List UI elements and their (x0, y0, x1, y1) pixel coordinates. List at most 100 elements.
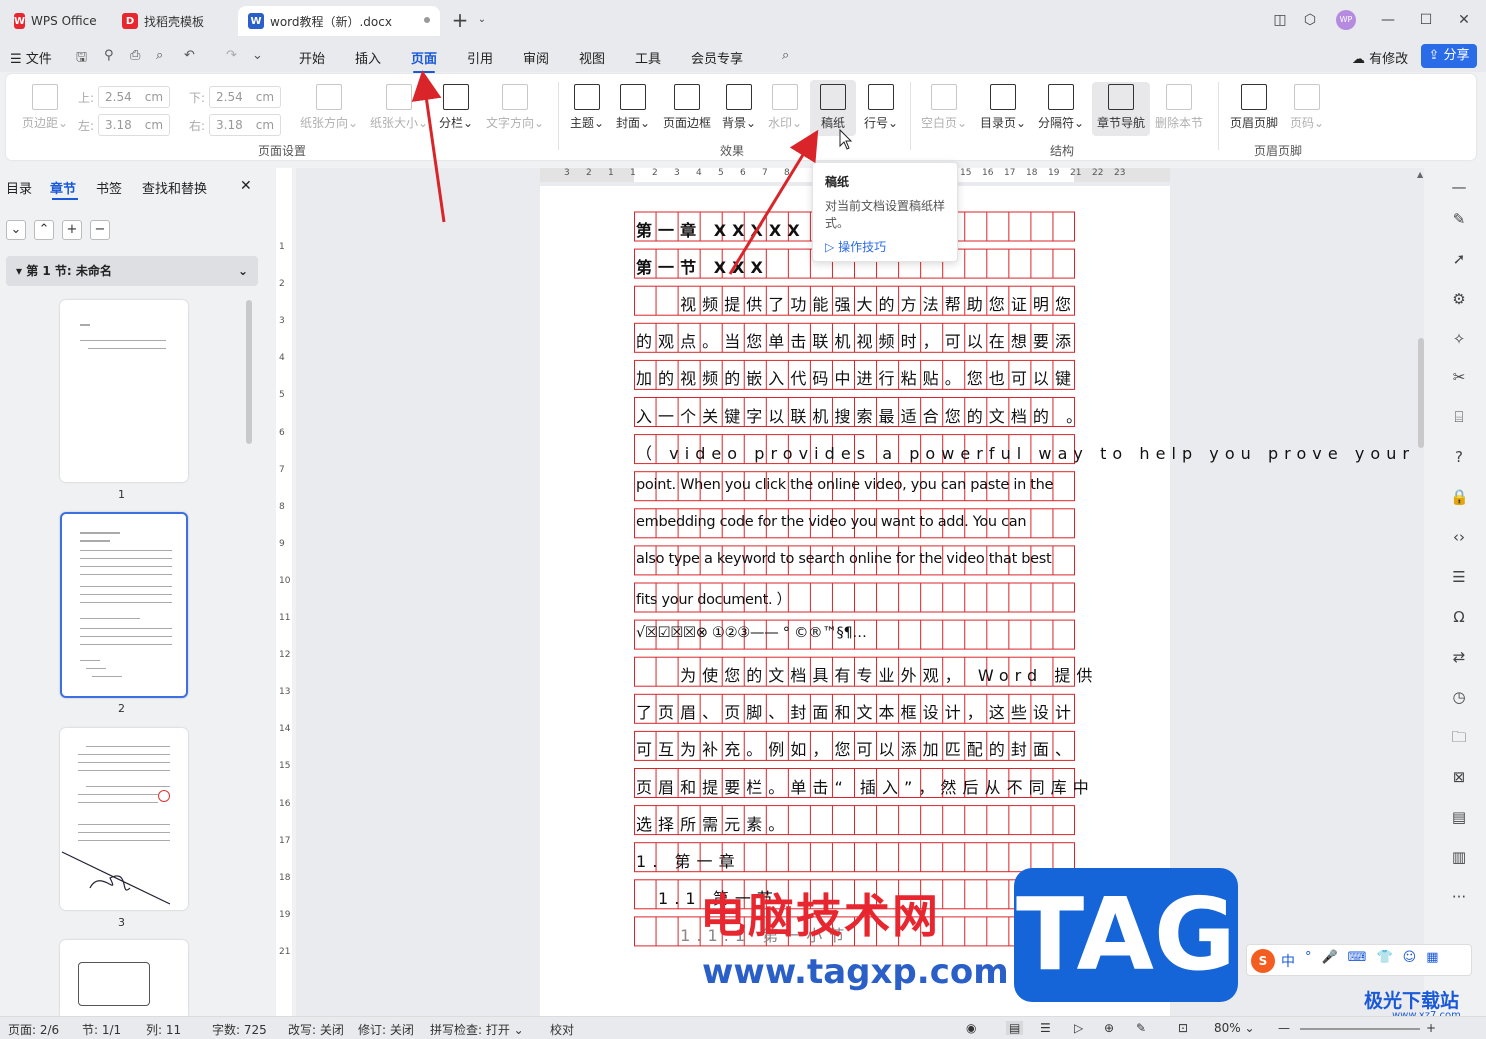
adjust-icon[interactable]: ⚙ (1450, 290, 1468, 308)
close-panel-icon[interactable]: ✕ (240, 178, 252, 194)
menu-review[interactable]: 审阅 (523, 48, 549, 67)
paper-size-button[interactable]: 纸张大小⌄ (368, 84, 430, 131)
image-icon[interactable]: ⊠ (1450, 768, 1468, 786)
tooltip-link[interactable]: ▷ 操作技巧 (825, 238, 945, 255)
cube-icon[interactable]: ⬡ (1300, 10, 1320, 30)
tab-bookmark[interactable]: 书签 (96, 178, 122, 197)
file-menu[interactable]: ☰ 文件 (10, 48, 52, 67)
doc-check-icon[interactable]: ▤ (1450, 808, 1468, 826)
tab-word-doc[interactable]: W word教程（新）.docx (238, 6, 440, 36)
outline-view-icon[interactable]: ☰ (1040, 1021, 1051, 1035)
menu-reference[interactable]: 引用 (467, 48, 493, 67)
page-number-button[interactable]: 页码⌄ (1288, 84, 1326, 131)
more-icon[interactable]: ··· (1450, 888, 1468, 906)
share-link-icon[interactable]: ⚲ (104, 48, 114, 63)
print-preview-icon[interactable]: ⌕ (156, 48, 163, 63)
menu-vip[interactable]: 会员专享 (691, 48, 743, 67)
search-icon[interactable]: ⌕ (782, 48, 789, 63)
doc-edit-icon[interactable]: ▥ (1450, 848, 1468, 866)
layout-icon[interactable]: ◫ (1270, 10, 1290, 30)
fit-icon[interactable]: ⊡ (1178, 1021, 1188, 1035)
status-overwrite[interactable]: 改写: 关闭 (288, 1021, 344, 1038)
section-header[interactable]: ▾ 第 1 节: 未命名 ⌄ (6, 256, 258, 286)
margin-right-field[interactable]: 右: 3.18 cm (189, 114, 282, 136)
line-number-button[interactable]: 行号⌄ (862, 84, 900, 131)
menu-view[interactable]: 视图 (579, 48, 605, 67)
tab-docer[interactable]: D 找稻壳模板 (112, 6, 232, 36)
menu-tools[interactable]: 工具 (635, 48, 661, 67)
page-thumbnail[interactable] (60, 940, 188, 1016)
zoom-out-icon[interactable]: — (1278, 1021, 1290, 1035)
book-icon[interactable]: ⌸ (1450, 408, 1468, 426)
chapter-nav-button[interactable]: 章节导航 (1092, 82, 1150, 136)
background-button[interactable]: 背景⌄ (720, 84, 758, 131)
zoom-level[interactable]: 80% ⌄ (1214, 1021, 1255, 1035)
status-page[interactable]: 页面: 2/6 (8, 1021, 59, 1038)
header-footer-button[interactable]: 页眉页脚 (1228, 84, 1280, 131)
close-icon[interactable]: ✕ (1454, 10, 1474, 30)
play-icon[interactable]: ▷ (1074, 1021, 1083, 1035)
ime-toolbar[interactable]: S 中 °🎤⌨👕☺▦ (1246, 944, 1472, 976)
watermark-button[interactable]: 水印⌄ (766, 84, 804, 131)
status-proof[interactable]: 校对 (550, 1021, 574, 1038)
page-border-button[interactable]: 页面边框 (662, 84, 712, 131)
avatar[interactable]: WP (1336, 10, 1356, 30)
web-view-icon[interactable]: ⊕ (1104, 1021, 1114, 1035)
chevron-down-icon[interactable]: ⌄ (472, 10, 492, 30)
code-icon[interactable]: ‹› (1450, 528, 1468, 546)
status-word-count[interactable]: 字数: 725 (212, 1021, 267, 1038)
menu-page[interactable]: 页面 (411, 48, 437, 73)
save-icon[interactable]: 🖫 (76, 48, 87, 70)
cover-button[interactable]: 封面⌄ (614, 84, 652, 131)
delete-section-button[interactable]: 删除本节 (1154, 84, 1204, 131)
margin-button[interactable]: 页边距⌄ (20, 84, 70, 131)
document-scrollbar[interactable] (1418, 338, 1424, 448)
translate-icon[interactable]: ⇄ (1450, 648, 1468, 666)
help-icon[interactable]: ? (1450, 448, 1468, 466)
zoom-slider[interactable] (1300, 1028, 1420, 1030)
remove-section-icon[interactable]: − (90, 220, 110, 240)
redo-icon[interactable]: ↷ (226, 48, 237, 63)
expand-icon[interactable]: ⌄ (6, 220, 26, 240)
eye-icon[interactable]: ◉ (966, 1021, 976, 1035)
page-thumbnail[interactable] (60, 728, 188, 910)
history-icon[interactable]: ◷ (1450, 688, 1468, 706)
symbol-icon[interactable]: Ω (1450, 608, 1468, 626)
blank-page-button[interactable]: 空白页⌄ (920, 84, 968, 131)
text-direction-button[interactable]: 文字方向⌄ (484, 84, 546, 131)
zoom-in-icon[interactable]: + (1426, 1021, 1436, 1035)
undo-icon[interactable]: ↶ (184, 48, 195, 63)
pen-icon[interactable]: ✎ (1136, 1021, 1146, 1035)
page-view-icon[interactable]: ▤ (1006, 1021, 1024, 1035)
manuscript-button[interactable]: 稿纸 (810, 80, 856, 136)
orientation-button[interactable]: 纸张方向⌄ (298, 84, 360, 131)
theme-button[interactable]: 主题⌄ (568, 84, 606, 131)
add-section-icon[interactable]: + (62, 220, 82, 240)
pen-icon[interactable]: ✎ (1450, 210, 1468, 228)
scroll-up-icon[interactable]: ▲ (1417, 170, 1423, 179)
list-icon[interactable]: ☰ (1450, 568, 1468, 586)
separator-button[interactable]: 分隔符⌄ (1036, 84, 1086, 131)
select-icon[interactable]: ➚ (1450, 250, 1468, 268)
status-track[interactable]: 修订: 关闭 (358, 1021, 414, 1038)
tools-icon[interactable]: ✂ (1450, 368, 1468, 386)
modify-button[interactable]: ☁ 有修改 (1352, 48, 1408, 67)
panel-scrollbar[interactable] (246, 300, 252, 444)
status-spellcheck[interactable]: 拼写检查: 打开 ⌄ (430, 1021, 524, 1038)
page-thumbnail-selected[interactable] (60, 512, 188, 698)
print-icon[interactable]: ⎙ (130, 48, 140, 63)
folder-icon[interactable]: 🗀 (1450, 728, 1468, 746)
tab-wps-office[interactable]: W WPS Office (4, 6, 106, 36)
ai-icon[interactable]: ✧ (1450, 330, 1468, 348)
new-tab-icon[interactable]: + (450, 10, 470, 30)
toc-page-button[interactable]: 目录页⌄ (978, 84, 1028, 131)
tab-toc[interactable]: 目录 (6, 178, 32, 197)
tab-chapter[interactable]: 章节 (50, 178, 76, 197)
columns-button[interactable]: 分栏⌄ (438, 84, 474, 131)
lock-icon[interactable]: 🔒 (1450, 488, 1469, 506)
more-icon[interactable]: ⌄ (252, 48, 263, 63)
menu-start[interactable]: 开始 (299, 48, 325, 67)
menu-insert[interactable]: 插入 (355, 48, 381, 67)
maximize-icon[interactable]: ☐ (1416, 10, 1436, 30)
tab-find-replace[interactable]: 查找和替换 (142, 178, 207, 197)
